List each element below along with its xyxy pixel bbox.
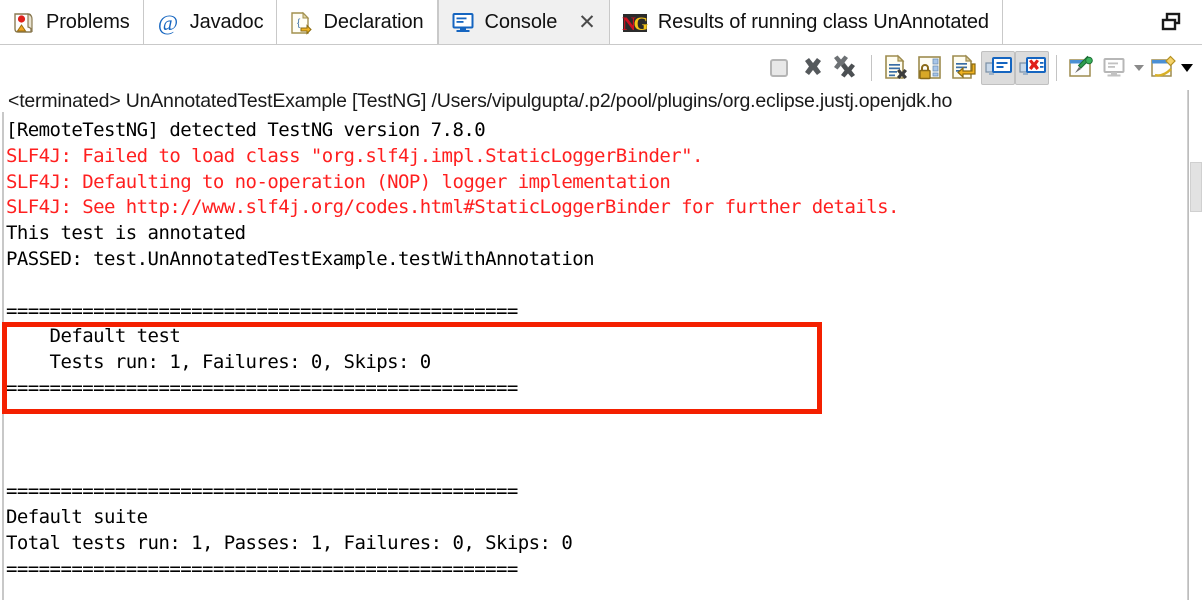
terminated-process-label: <terminated> UnAnnotatedTestExample [Tes… bbox=[8, 90, 953, 112]
tab-close-console-icon[interactable]: ✕ bbox=[578, 12, 596, 33]
remove-x-icon[interactable] bbox=[796, 51, 830, 85]
console-line: ========================================… bbox=[6, 299, 518, 322]
console-text-body[interactable]: [RemoteTestNG] detected TestNG version 7… bbox=[6, 118, 899, 582]
tab-testng-results[interactable]: N G Results of running class UnAnnotated bbox=[609, 0, 1003, 45]
console-output-area[interactable]: <terminated> UnAnnotatedTestExample [Tes… bbox=[0, 90, 1202, 600]
console-line: ========================================… bbox=[6, 376, 518, 399]
console-toolbar bbox=[762, 46, 1202, 89]
tab-label-declaration: Declaration bbox=[323, 11, 424, 33]
pin-console-icon[interactable] bbox=[1064, 51, 1098, 85]
tab-label-problems: Problems bbox=[46, 11, 130, 33]
svg-text:G: G bbox=[633, 14, 648, 35]
clear-console-icon[interactable] bbox=[879, 51, 913, 85]
console-line: SLF4J: See http://www.slf4j.org/codes.ht… bbox=[6, 196, 899, 219]
tab-label-testng-results: Results of running class UnAnnotated bbox=[657, 11, 989, 33]
terminate-square-icon[interactable] bbox=[762, 51, 796, 85]
tab-console[interactable]: Console ✕ bbox=[437, 0, 610, 45]
console-line: Default test bbox=[6, 325, 181, 348]
restore-window-icon[interactable] bbox=[1160, 10, 1184, 34]
scrollbar-track bbox=[1188, 90, 1189, 600]
svg-text:@: @ bbox=[158, 10, 178, 35]
display-selected-console-icon[interactable] bbox=[1098, 51, 1132, 85]
console-gutter bbox=[2, 112, 4, 600]
vertical-scrollbar[interactable] bbox=[1187, 90, 1202, 600]
tab-bar-underline bbox=[0, 44, 1202, 45]
show-console-on-output-icon[interactable] bbox=[981, 50, 1015, 85]
console-line: ========================================… bbox=[6, 557, 518, 580]
console-line: This test is annotated bbox=[6, 222, 246, 245]
console-icon bbox=[450, 10, 476, 36]
open-console-icon[interactable] bbox=[1146, 51, 1180, 85]
toolbar-separator bbox=[871, 54, 872, 81]
console-line: ========================================… bbox=[6, 480, 518, 503]
declaration-icon: { bbox=[288, 10, 314, 36]
testng-icon: N G bbox=[621, 10, 649, 36]
toolbar-separator bbox=[1056, 54, 1057, 81]
open-console-chevron-down-icon[interactable] bbox=[1180, 51, 1194, 85]
view-tab-bar: Problems @ Javadoc { Declaration Console… bbox=[0, 0, 1202, 45]
at-sign-icon: @ bbox=[155, 10, 181, 36]
scroll-lock-icon[interactable] bbox=[913, 51, 947, 85]
console-line: SLF4J: Defaulting to no-operation (NOP) … bbox=[6, 170, 671, 193]
display-console-chevron-down-icon[interactable] bbox=[1132, 51, 1146, 85]
console-line: Default suite bbox=[6, 505, 148, 528]
console-line: [RemoteTestNG] detected TestNG version 7… bbox=[6, 119, 486, 141]
eclipse-console-view: Problems @ Javadoc { Declaration Console… bbox=[0, 0, 1202, 600]
word-wrap-icon[interactable] bbox=[947, 51, 981, 85]
tab-label-javadoc: Javadoc bbox=[189, 11, 264, 33]
console-line: PASSED: test.UnAnnotatedTestExample.test… bbox=[6, 247, 595, 270]
tab-label-console: Console bbox=[484, 11, 558, 33]
tab-javadoc[interactable]: @ Javadoc bbox=[143, 0, 278, 45]
remove-all-xx-icon[interactable] bbox=[830, 51, 864, 85]
console-line: SLF4J: Failed to load class "org.slf4j.i… bbox=[6, 144, 703, 167]
tab-declaration[interactable]: { Declaration bbox=[277, 0, 438, 45]
console-line: Total tests run: 1, Passes: 1, Failures:… bbox=[6, 531, 573, 554]
scrollbar-thumb[interactable] bbox=[1190, 162, 1202, 212]
console-line: Tests run: 1, Failures: 0, Skips: 0 bbox=[6, 351, 432, 374]
show-console-on-error-icon[interactable] bbox=[1015, 50, 1049, 85]
tab-problems[interactable]: Problems bbox=[0, 0, 144, 45]
problems-icon bbox=[11, 10, 37, 36]
